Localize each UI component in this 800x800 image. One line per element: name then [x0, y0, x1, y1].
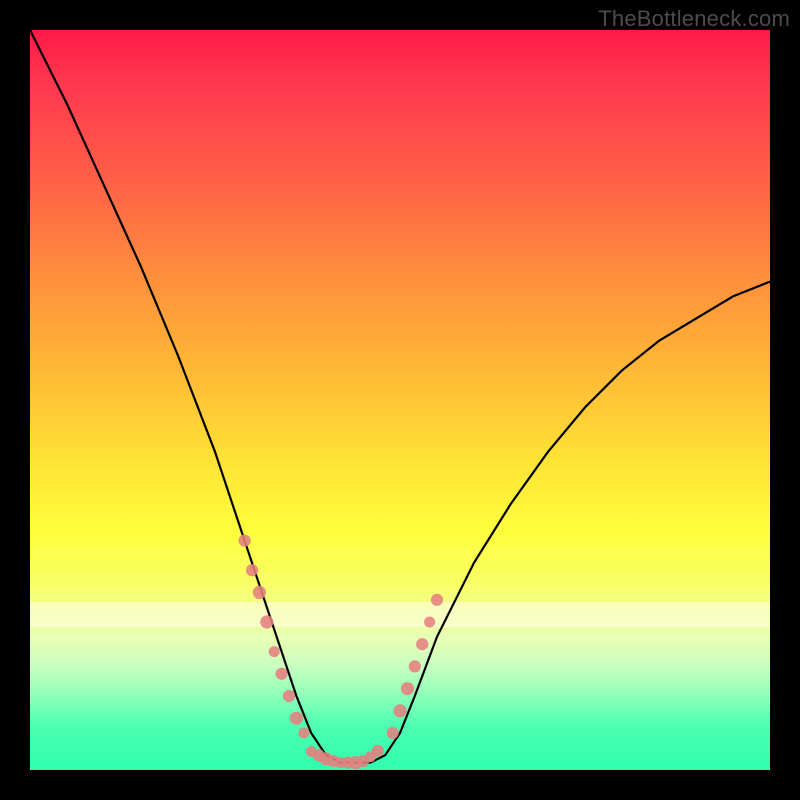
data-point-bottom: [349, 756, 362, 769]
data-point-right: [416, 638, 428, 650]
watermark-text: TheBottleneck.com: [598, 6, 790, 32]
data-point-bottom: [372, 745, 384, 757]
data-point-bottom: [313, 749, 325, 761]
data-point-left: [298, 728, 309, 739]
data-point-left: [269, 646, 280, 657]
data-point-left: [283, 690, 295, 702]
data-point-left: [290, 712, 303, 725]
curve-layer: [30, 30, 770, 770]
data-point-bottom: [342, 757, 354, 769]
data-point-bottom: [319, 752, 332, 765]
highlight-band: [30, 602, 770, 627]
data-point-left: [246, 564, 258, 576]
data-point-right: [387, 727, 399, 739]
data-point-bottom: [357, 755, 369, 767]
data-point-right: [401, 682, 414, 695]
data-point-bottom: [335, 757, 346, 768]
data-point-left: [253, 586, 266, 599]
plot-area: [30, 30, 770, 770]
data-point-bottom: [306, 746, 317, 757]
data-point-left: [239, 535, 251, 547]
data-point-right: [393, 704, 406, 717]
data-point-left: [276, 668, 288, 680]
data-point-right: [409, 660, 421, 672]
bottleneck-curve: [30, 30, 770, 763]
data-point-bottom: [327, 755, 339, 767]
data-point-bottom: [365, 751, 376, 762]
chart-container: TheBottleneck.com: [0, 0, 800, 800]
data-points-group: [239, 535, 444, 770]
